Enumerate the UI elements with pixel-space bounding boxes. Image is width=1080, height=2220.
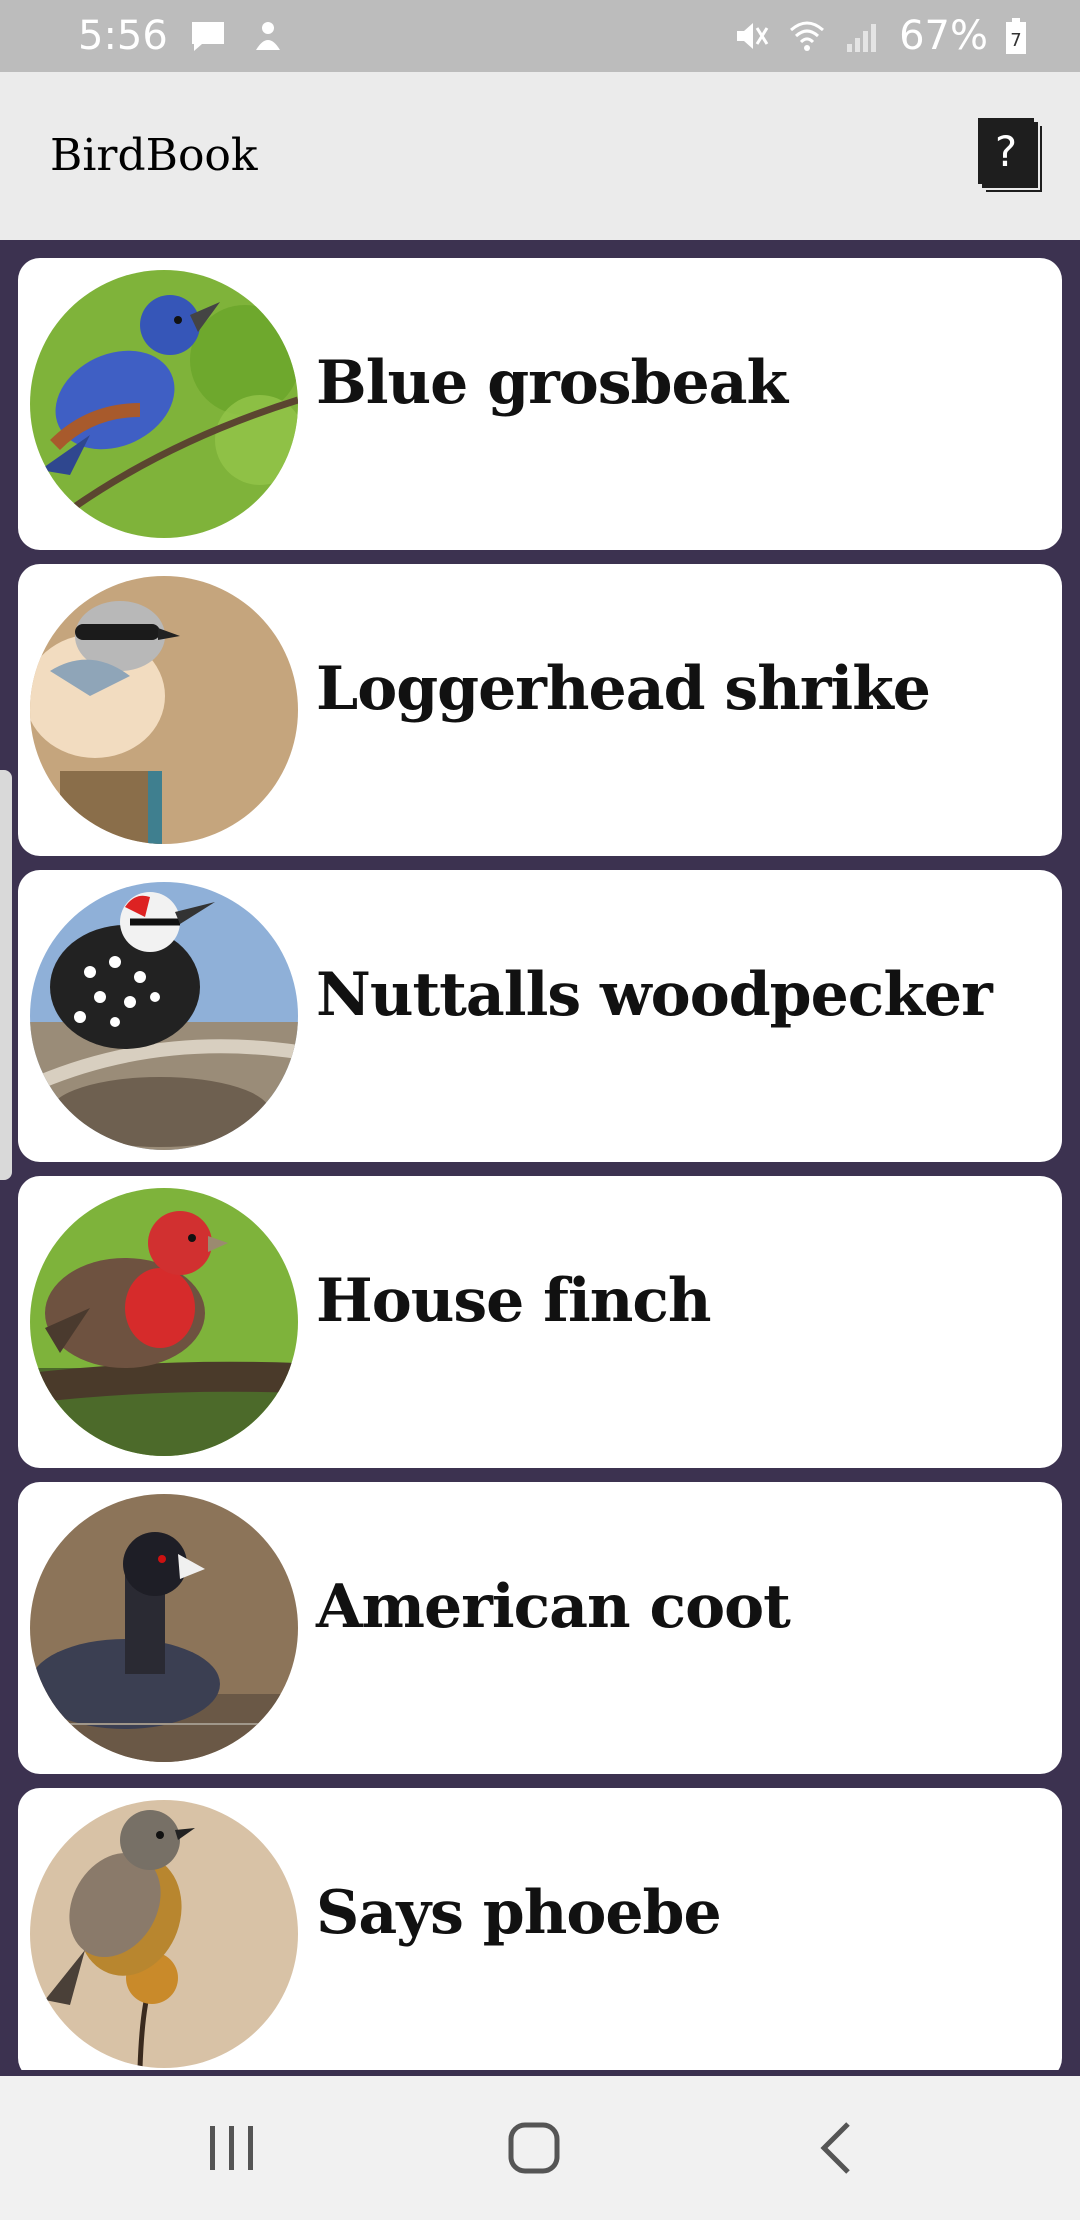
battery-icon: 7 (1004, 16, 1044, 56)
help-button[interactable]: ? (978, 118, 1034, 184)
wifi-icon (787, 16, 827, 56)
nuttalls-woodpecker-photo (30, 882, 298, 1150)
loggerhead-shrike-photo (30, 576, 298, 844)
status-time: 5:56 (78, 13, 168, 59)
bird-card-loggerhead-shrike[interactable]: Loggerhead shrike (18, 564, 1062, 856)
back-icon[interactable] (806, 2116, 870, 2180)
blue-grosbeak-photo (30, 270, 298, 538)
navigation-bar (0, 2076, 1080, 2220)
bird-card-american-coot[interactable]: American coot (18, 1482, 1062, 1774)
bird-name: Blue grosbeak (316, 348, 788, 418)
house-finch-photo (30, 1188, 298, 1456)
battery-percentage: 67% (899, 13, 988, 59)
bird-card-nuttalls-woodpecker[interactable]: Nuttalls woodpecker (18, 870, 1062, 1162)
bird-card-says-phoebe[interactable]: Says phoebe (18, 1788, 1062, 2070)
app-bar: BirdBook (0, 72, 1080, 240)
svg-text:7: 7 (1010, 30, 1021, 51)
bird-name: American coot (316, 1572, 791, 1642)
notification-icon (248, 16, 288, 56)
bird-name: Says phoebe (316, 1878, 722, 1948)
american-coot-photo (30, 1494, 298, 1762)
message-icon (188, 16, 228, 56)
bird-name: Nuttalls woodpecker (316, 960, 993, 1030)
bird-card-blue-grosbeak[interactable]: Blue grosbeak (18, 258, 1062, 550)
mute-icon (731, 16, 771, 56)
app-title: BirdBook (50, 130, 258, 181)
bird-name: House finch (316, 1266, 712, 1336)
recent-apps-icon[interactable] (200, 2116, 264, 2180)
bird-card-house-finch[interactable]: House finch (18, 1176, 1062, 1468)
status-bar: 5:56 67% 7 (0, 0, 1080, 72)
signal-icon (843, 16, 883, 56)
home-icon[interactable] (502, 2116, 566, 2180)
bird-list[interactable]: Blue grosbeak Loggerhead shrike Nuttalls… (0, 240, 1080, 2070)
bird-name: Loggerhead shrike (316, 654, 931, 724)
says-phoebe-photo (30, 1800, 298, 2068)
scroll-handle[interactable] (0, 770, 12, 1180)
